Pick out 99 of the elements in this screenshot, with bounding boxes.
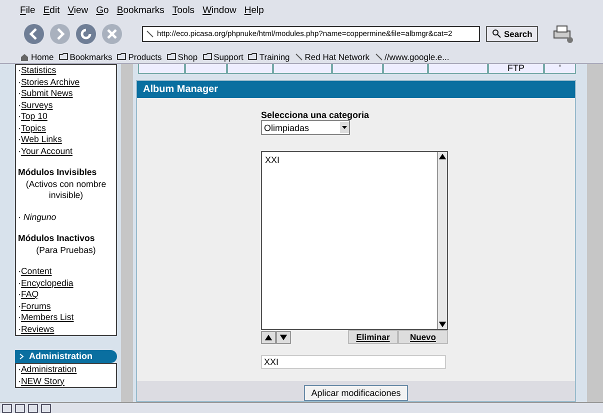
menu-item[interactable]: Window bbox=[202, 5, 236, 17]
tab-cell[interactable] bbox=[138, 64, 185, 74]
menu-item[interactable]: Go bbox=[96, 5, 109, 17]
printer-icon[interactable] bbox=[552, 24, 574, 42]
empty-note: · Ninguno bbox=[18, 212, 58, 223]
sidebar-link[interactable]: Top 10 bbox=[20, 111, 48, 121]
bookmark-item[interactable]: Products bbox=[117, 52, 162, 62]
sidebar-link[interactable]: FAQ bbox=[20, 289, 39, 299]
admin-header[interactable]: Administration bbox=[15, 350, 117, 363]
down-arrow-icon bbox=[438, 320, 447, 329]
bullet: · bbox=[18, 100, 21, 110]
sidebar-link[interactable]: Reviews bbox=[20, 324, 54, 334]
search-icon bbox=[492, 29, 501, 38]
apply-button[interactable]: Aplicar modificaciones bbox=[304, 385, 408, 401]
up-arrow-icon bbox=[438, 152, 447, 161]
tab-cell[interactable] bbox=[227, 64, 273, 74]
sidebar-link[interactable]: Members List bbox=[20, 312, 74, 322]
forward-icon[interactable] bbox=[50, 24, 70, 44]
move-up-button[interactable] bbox=[261, 330, 276, 344]
menu-item[interactable]: Bookmarks bbox=[116, 5, 164, 17]
bullet: · bbox=[18, 146, 21, 156]
album-list[interactable]: XXI bbox=[261, 151, 448, 330]
folder-icon bbox=[117, 53, 126, 60]
folder-icon bbox=[58, 53, 68, 60]
bookmark-item[interactable]: Shop bbox=[166, 52, 198, 62]
section-heading: Módulos Inactivos bbox=[18, 233, 96, 244]
bullet: · bbox=[18, 312, 21, 322]
bullet: · bbox=[18, 364, 21, 374]
bullet: · bbox=[18, 88, 21, 98]
folder-icon bbox=[166, 53, 176, 60]
menu-item[interactable]: Help bbox=[244, 5, 264, 17]
sidebar-link[interactable]: Surveys bbox=[20, 100, 53, 110]
bookmark-icon bbox=[294, 52, 303, 60]
panel-title: Album Manager bbox=[137, 81, 575, 98]
reload-icon[interactable] bbox=[76, 24, 96, 44]
tab-cell[interactable] bbox=[383, 64, 428, 74]
stop-icon[interactable] bbox=[102, 24, 122, 44]
folder-icon bbox=[202, 53, 212, 60]
section-note: (Para Pruebas) bbox=[35, 244, 97, 256]
delete-button[interactable]: Eliminar bbox=[348, 330, 398, 344]
chevron-icon bbox=[19, 353, 24, 360]
tab-cell[interactable] bbox=[185, 64, 227, 74]
sidebar-link[interactable]: Content bbox=[20, 266, 52, 276]
section-note: (Activos con nombre invisible) bbox=[24, 178, 108, 202]
album-name-field[interactable]: XXI bbox=[261, 355, 446, 369]
bookmark-item[interactable]: Bookmarks bbox=[58, 52, 112, 62]
home-icon bbox=[20, 52, 29, 60]
sidebar-link[interactable]: Web Links bbox=[20, 134, 62, 144]
bullet: · bbox=[18, 278, 21, 288]
page-icon bbox=[146, 30, 154, 38]
tab-cell[interactable]: FTP bbox=[488, 64, 544, 74]
new-button[interactable]: Nuevo bbox=[398, 330, 448, 344]
bullet: · bbox=[18, 76, 21, 86]
select-label: Selecciona una categoria bbox=[261, 110, 370, 120]
bullet: · bbox=[18, 376, 21, 386]
sidebar-link[interactable]: Submit News bbox=[20, 88, 73, 98]
folder-icon bbox=[248, 53, 258, 60]
sidebar-link[interactable]: Topics bbox=[20, 122, 46, 132]
bullet: · bbox=[18, 300, 21, 310]
tab-cell[interactable] bbox=[273, 64, 332, 74]
admin-link[interactable]: NEW Story bbox=[20, 376, 64, 386]
bookmark-item[interactable]: Red Hat Network bbox=[294, 52, 370, 62]
bullet: · bbox=[18, 122, 21, 132]
back-icon[interactable] bbox=[24, 24, 44, 44]
search-button[interactable]: Search bbox=[486, 26, 538, 42]
caret-icon bbox=[340, 122, 349, 133]
bullet: · bbox=[18, 111, 21, 121]
menu-item[interactable]: File bbox=[20, 5, 36, 17]
tab-cell[interactable] bbox=[428, 64, 488, 74]
down-arrow-icon bbox=[279, 332, 288, 342]
section-heading: Módulos Invisibles bbox=[18, 167, 98, 178]
status-icon[interactable] bbox=[2, 404, 12, 412]
up-arrow-icon bbox=[264, 332, 273, 342]
bookmark-item[interactable]: //www.google.e... bbox=[374, 52, 450, 62]
tab-cell[interactable] bbox=[332, 64, 383, 74]
category-select[interactable]: Olimpiadas bbox=[261, 120, 350, 135]
bullet: · bbox=[18, 266, 21, 276]
bookmark-item[interactable]: Home bbox=[20, 52, 54, 62]
menu-item[interactable]: Tools bbox=[172, 5, 195, 17]
bookmark-icon bbox=[374, 52, 383, 60]
bullet: · bbox=[18, 134, 21, 144]
move-down-button[interactable] bbox=[276, 330, 291, 344]
sidebar-link[interactable]: Your Account bbox=[20, 146, 72, 156]
sidebar-link[interactable]: Stories Archive bbox=[20, 76, 80, 86]
sidebar-link[interactable]: Forums bbox=[20, 300, 51, 310]
bookmark-item[interactable]: Training bbox=[248, 52, 290, 62]
album-option[interactable]: XXI bbox=[265, 155, 434, 165]
bullet: · bbox=[18, 65, 21, 75]
bullet: · bbox=[18, 324, 21, 334]
scrollbar[interactable] bbox=[437, 152, 447, 329]
tab-cell[interactable]: ' bbox=[544, 64, 576, 74]
menu-item[interactable]: View bbox=[68, 5, 88, 17]
bookmark-item[interactable]: Support bbox=[202, 52, 244, 62]
sidebar-link[interactable]: Statistics bbox=[20, 65, 56, 75]
bullet: · bbox=[18, 289, 21, 299]
sidebar-link[interactable]: Encyclopedia bbox=[20, 278, 74, 288]
admin-link[interactable]: Administration bbox=[20, 364, 77, 374]
menu-item[interactable]: Edit bbox=[43, 5, 60, 17]
page-scrollbar[interactable] bbox=[579, 64, 603, 402]
